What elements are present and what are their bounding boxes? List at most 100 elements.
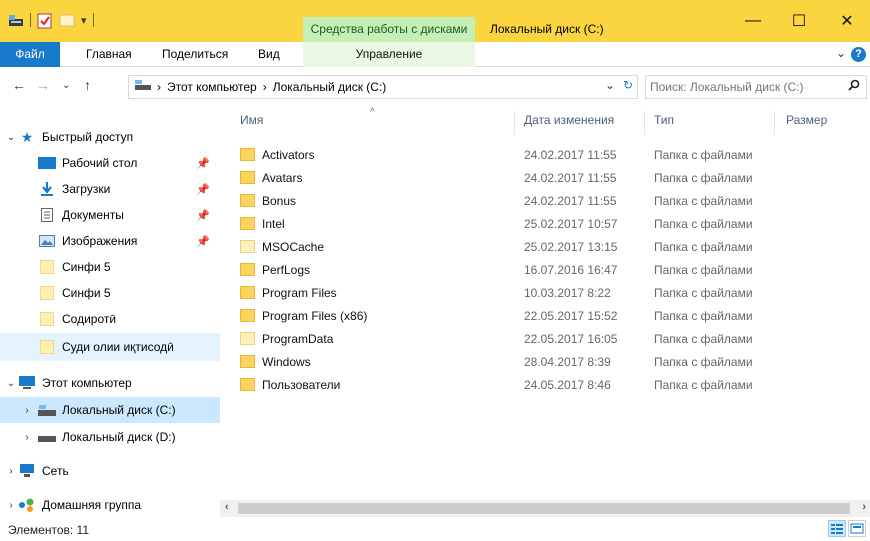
nav-item-pictures[interactable]: Изображения 📌 bbox=[0, 229, 220, 253]
folder-icon bbox=[38, 286, 56, 300]
nav-quick-access[interactable]: ⌄ ★ Быстрый доступ bbox=[0, 125, 220, 149]
nav-this-pc[interactable]: ⌄ Этот компьютер bbox=[0, 371, 220, 395]
nav-homegroup[interactable]: › Домашняя группа bbox=[0, 493, 220, 517]
details-view-icon[interactable] bbox=[828, 520, 846, 537]
address-bar[interactable]: › Этот компьютер › Локальный диск (C:) ⌄… bbox=[128, 75, 638, 99]
column-header-size[interactable]: Размер bbox=[786, 113, 827, 127]
nav-item-downloads[interactable]: Загрузки 📌 bbox=[0, 177, 220, 201]
table-row[interactable]: Windows 28.04.2017 8:39 Папка с файлами bbox=[240, 350, 860, 373]
file-name: PerfLogs bbox=[262, 263, 311, 277]
file-date: 22.05.2017 16:05 bbox=[524, 332, 618, 346]
expand-chevron-icon[interactable]: › bbox=[20, 432, 34, 443]
breadcrumb-separator: › bbox=[157, 79, 161, 94]
nav-item-desktop[interactable]: Рабочий стол 📌 bbox=[0, 151, 220, 175]
column-divider[interactable] bbox=[644, 111, 645, 135]
nav-item-documents[interactable]: Документы 📌 bbox=[0, 203, 220, 227]
back-arrow-icon[interactable]: ← bbox=[12, 77, 26, 93]
expand-chevron-icon[interactable]: › bbox=[4, 500, 18, 511]
tab-manage[interactable]: Управление bbox=[303, 42, 475, 67]
window-title: Локальный диск (C:) bbox=[490, 22, 604, 36]
large-icons-view-icon[interactable] bbox=[848, 520, 866, 537]
sort-ascending-icon: ^ bbox=[370, 107, 375, 118]
column-divider[interactable] bbox=[774, 111, 775, 135]
nav-item-folder[interactable]: Суди олии иқтисодӣ bbox=[0, 333, 220, 361]
nav-drive-c[interactable]: › Локальный диск (C:) bbox=[0, 397, 220, 423]
nav-network[interactable]: › Сеть bbox=[0, 459, 220, 483]
help-icon[interactable]: ? bbox=[851, 47, 866, 62]
scroll-right-icon[interactable]: › bbox=[862, 501, 866, 513]
table-row[interactable]: Пользователи 24.05.2017 8:46 Папка с файла… bbox=[240, 373, 860, 396]
column-header-type[interactable]: Тип bbox=[654, 113, 674, 127]
folder-icon bbox=[240, 286, 255, 299]
nav-item-folder[interactable]: Содиротӣ bbox=[0, 307, 220, 331]
search-box[interactable] bbox=[645, 75, 867, 99]
folder-icon bbox=[240, 171, 255, 184]
new-folder-icon[interactable] bbox=[59, 13, 75, 27]
file-name: Bonus bbox=[262, 194, 297, 208]
table-row[interactable]: Bonus 24.02.2017 11:55 Папка с файлами bbox=[240, 189, 860, 212]
nav-item-label: Изображения bbox=[62, 234, 138, 248]
file-type: Папка с файлами bbox=[654, 263, 753, 277]
scroll-left-icon[interactable]: ‹ bbox=[225, 501, 229, 513]
expand-chevron-icon[interactable]: › bbox=[20, 405, 34, 416]
column-header-name[interactable]: Имя bbox=[240, 113, 263, 127]
status-bar: Элементов: 11 bbox=[0, 517, 870, 541]
column-header-date[interactable]: Дата изменения bbox=[524, 113, 614, 127]
address-dropdown-icon[interactable]: ⌄ bbox=[605, 78, 615, 92]
scrollbar-thumb[interactable] bbox=[238, 503, 850, 514]
horizontal-scrollbar[interactable]: ‹ › bbox=[220, 500, 870, 517]
table-row[interactable]: Program Files (x86) 22.05.2017 15:52 Папка… bbox=[240, 304, 860, 327]
explorer-icon[interactable] bbox=[8, 13, 24, 27]
disk-tools-context-label: Средства работы с дисками bbox=[303, 17, 475, 42]
tab-file[interactable]: Файл bbox=[0, 42, 60, 67]
properties-icon[interactable] bbox=[37, 13, 53, 29]
table-row[interactable]: Program Files 10.03.2017 8:22 Папка с файл… bbox=[240, 281, 860, 304]
nav-item-folder[interactable]: Синфи 5 bbox=[0, 281, 220, 305]
nav-drive-d[interactable]: › Локальный диск (D:) bbox=[0, 425, 220, 449]
table-row[interactable]: ProgramData 22.05.2017 16:05 Папка с файла… bbox=[240, 327, 860, 350]
file-date: 28.04.2017 8:39 bbox=[524, 355, 611, 369]
up-arrow-icon[interactable]: ↑ bbox=[84, 77, 91, 93]
table-row[interactable]: Avatars 24.02.2017 11:55 Папка с файлами bbox=[240, 166, 860, 189]
nav-this-pc-label: Этот компьютер bbox=[42, 376, 132, 390]
breadcrumb-drive-c[interactable]: Локальный диск (C:) bbox=[273, 80, 387, 94]
breadcrumb-this-pc[interactable]: Этот компьютер bbox=[167, 80, 257, 94]
nav-item-label: Рабочий стол bbox=[62, 156, 138, 170]
file-date: 24.05.2017 8:46 bbox=[524, 378, 611, 392]
forward-arrow-icon[interactable]: → bbox=[36, 77, 50, 93]
table-row[interactable]: Intel 25.02.2017 10:57 Папка с файлами bbox=[240, 212, 860, 235]
nav-drive-d-label: Локальный диск (D:) bbox=[62, 430, 176, 444]
recent-locations-icon[interactable]: ⌄ bbox=[62, 80, 70, 91]
table-row[interactable]: PerfLogs 16.07.2016 16:47 Папка с файлами bbox=[240, 258, 860, 281]
refresh-icon[interactable]: ↻ bbox=[623, 78, 633, 92]
customize-qat-icon[interactable]: ▾ bbox=[81, 14, 87, 27]
nav-item-label: Содиротӣ bbox=[62, 312, 117, 326]
folder-icon bbox=[38, 260, 56, 274]
file-name: Activators bbox=[262, 148, 315, 162]
file-date: 16.07.2016 16:47 bbox=[524, 263, 618, 277]
close-button[interactable]: ✕ bbox=[824, 0, 870, 42]
collapse-chevron-icon[interactable]: ⌄ bbox=[4, 378, 18, 389]
search-input[interactable] bbox=[650, 79, 835, 95]
tab-share[interactable]: Поделиться bbox=[162, 42, 228, 67]
search-icon[interactable] bbox=[848, 79, 860, 94]
tab-view[interactable]: Вид bbox=[258, 42, 280, 67]
maximize-button[interactable]: ☐ bbox=[776, 0, 822, 42]
table-row[interactable]: Activators 24.02.2017 11:55 Папка с файлам… bbox=[240, 143, 860, 166]
table-row[interactable]: MSOCache 25.02.2017 13:15 Папка с файлами bbox=[240, 235, 860, 258]
title-bar: ▾ Средства работы с дисками Локальный ди… bbox=[0, 0, 870, 42]
column-divider[interactable] bbox=[514, 111, 515, 135]
minimize-button[interactable]: — bbox=[730, 0, 776, 42]
file-date: 24.02.2017 11:55 bbox=[524, 148, 617, 162]
expand-chevron-icon[interactable]: › bbox=[4, 466, 18, 477]
folder-icon bbox=[240, 148, 255, 161]
pin-icon: 📌 bbox=[196, 157, 210, 170]
file-date: 22.05.2017 15:52 bbox=[524, 309, 618, 323]
expand-ribbon-icon[interactable]: ⌄ bbox=[836, 46, 846, 60]
tab-home[interactable]: Главная bbox=[86, 42, 132, 67]
downloads-icon bbox=[38, 182, 56, 196]
nav-item-label: Синфи 5 bbox=[62, 260, 111, 274]
nav-item-folder[interactable]: Синфи 5 bbox=[0, 255, 220, 279]
collapse-chevron-icon[interactable]: ⌄ bbox=[4, 132, 18, 143]
file-type: Папка с файлами bbox=[654, 217, 753, 231]
